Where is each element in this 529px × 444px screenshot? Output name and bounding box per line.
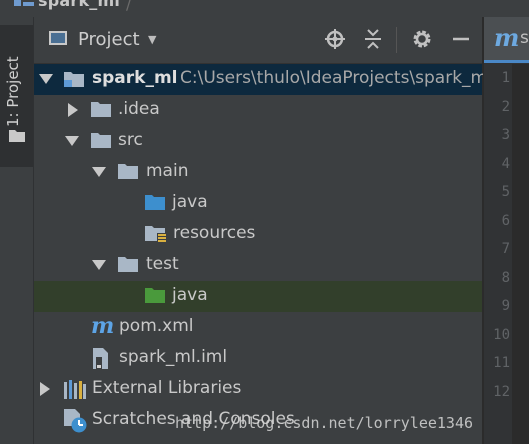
project-tool-tab[interactable]: 1: Project [0, 25, 33, 167]
line-number: 2 [501, 98, 510, 115]
tree-item-label: spark_ml [92, 68, 178, 88]
chevron-right-icon[interactable] [40, 382, 50, 396]
tree-item-spark-ml[interactable]: spark_ml C:\Users\thulo\IdeaProjects\spa… [34, 64, 492, 95]
folder-icon [91, 102, 111, 117]
folder-icon [91, 133, 111, 148]
chevron-right-icon[interactable] [68, 103, 78, 117]
source-folder-icon [145, 195, 165, 210]
tree-item-label: test [146, 254, 179, 274]
gear-icon[interactable] [411, 28, 433, 50]
project-icon [14, 0, 34, 8]
tree-item-label: java [172, 285, 208, 305]
left-tool-strip: 1: Project [0, 17, 34, 444]
code-editor[interactable] [512, 64, 529, 444]
line-number: 4 [501, 155, 510, 172]
scratches-icon [64, 409, 87, 433]
line-number: 5 [501, 184, 510, 200]
project-tool-tab-label: 1: Project [4, 56, 22, 127]
line-number: 11 [493, 355, 510, 371]
tree-item-external-libraries[interactable]: External Libraries [34, 374, 482, 405]
tree-item-path: C:\Users\thulo\IdeaProjects\spark_ml [180, 68, 492, 88]
editor-tab-label: s [520, 28, 529, 48]
tree-item-label: pom.xml [119, 316, 194, 336]
iml-file-icon [93, 348, 108, 369]
folder-icon [118, 257, 138, 272]
project-panel: Project ▼ spark_ml C:\Users\thulo\IdeaPr… [34, 17, 492, 444]
tree-item-label: main [146, 161, 189, 181]
chevron-down-icon[interactable] [92, 167, 106, 177]
project-panel-header: Project ▼ [34, 17, 482, 64]
line-number: 3 [501, 127, 510, 143]
window-title-bar: spark_ml / [0, 0, 529, 17]
tree-item-label: External Libraries [92, 378, 242, 398]
test-source-folder-icon [145, 288, 165, 303]
line-number: 8 [501, 269, 510, 286]
resources-folder-icon [145, 226, 167, 244]
tree-item-label: src [118, 130, 143, 150]
line-number-gutter: 1 2 3 4 5 6 7 8 9 10 11 12 [484, 64, 510, 406]
minimize-icon[interactable] [451, 28, 471, 50]
editor-area: m s 1 2 3 4 5 6 7 8 9 10 11 12 [483, 17, 529, 444]
tree-item-test[interactable]: test [34, 250, 482, 281]
tree-item-label: resources [173, 223, 256, 243]
tree-item-idea[interactable]: .idea [34, 95, 482, 126]
chevron-down-icon[interactable]: ▼ [148, 33, 156, 46]
project-folder-icon [64, 72, 84, 87]
tree-item-pom[interactable]: m pom.xml [34, 312, 482, 343]
libraries-icon [64, 380, 86, 399]
line-number: 1 [501, 70, 510, 86]
line-number: 10 [493, 326, 510, 343]
tree-item-src[interactable]: src [34, 126, 482, 157]
chevron-down-icon[interactable] [39, 74, 53, 84]
target-icon[interactable] [324, 28, 346, 50]
tree-item-test-java[interactable]: java [34, 281, 482, 312]
maven-icon: m [494, 23, 520, 52]
maven-icon: m [91, 313, 115, 339]
line-number: 9 [501, 298, 510, 314]
tree-item-iml[interactable]: spark_ml.iml [34, 343, 482, 374]
chevron-down-icon[interactable] [92, 260, 106, 270]
line-number: 7 [501, 241, 510, 257]
project-view-icon [49, 31, 67, 45]
breadcrumb-separator: / [126, 0, 132, 13]
tree-item-main-java[interactable]: java [34, 188, 482, 219]
tree-item-label: spark_ml.iml [119, 347, 228, 367]
collapse-all-icon[interactable] [362, 28, 384, 50]
window-title: spark_ml [38, 0, 121, 10]
watermark: http://blog.csdn.net/lorrylee1346 [175, 414, 474, 432]
chevron-down-icon[interactable] [65, 136, 79, 146]
project-view-selector[interactable]: Project [78, 29, 140, 50]
tree-item-label: java [172, 192, 208, 212]
tree-item-resources[interactable]: resources [34, 219, 482, 250]
editor-tab[interactable]: m s [484, 17, 529, 63]
folder-icon [9, 130, 25, 142]
tree-item-main[interactable]: main [34, 157, 482, 188]
tree-item-label: .idea [118, 99, 160, 119]
header-divider [396, 27, 397, 53]
line-number: 12 [493, 383, 510, 400]
line-number: 6 [501, 212, 510, 229]
folder-icon [118, 164, 138, 179]
